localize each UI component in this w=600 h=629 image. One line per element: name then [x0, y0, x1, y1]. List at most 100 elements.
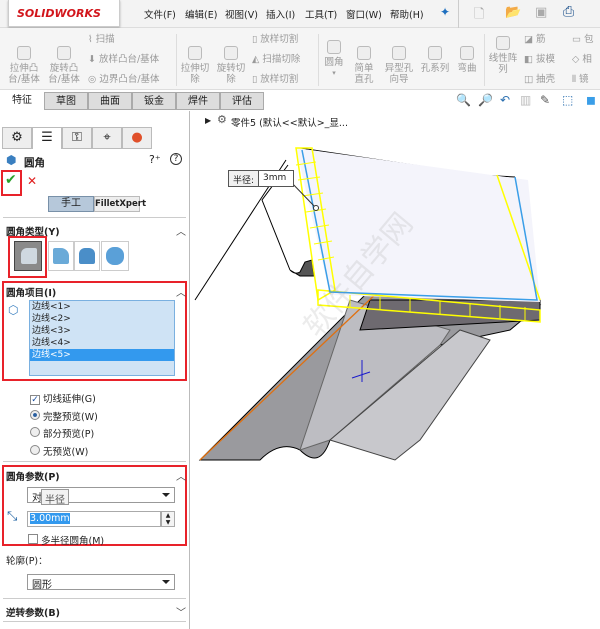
- tab-sketch[interactable]: 草图: [44, 92, 88, 110]
- radius-input[interactable]: 3.00mm: [27, 511, 161, 527]
- fillet-button[interactable]: 圆角 ▾: [322, 40, 346, 79]
- tab-evaluate[interactable]: 评估: [220, 92, 264, 110]
- extrude-boss-button[interactable]: 拉伸凸台/基体: [6, 46, 42, 85]
- variable-size-fillet-button[interactable]: [48, 241, 74, 271]
- list-item[interactable]: 边线<4>: [30, 337, 174, 349]
- multi-radius-checkbox[interactable]: 多半径圆角(M): [28, 533, 104, 547]
- dropdown-arrow-icon: [162, 580, 170, 584]
- list-item-selected[interactable]: 边线<5>: [30, 349, 174, 361]
- open-file-icon[interactable]: 📂: [505, 5, 521, 20]
- dynamic-annotation-icon[interactable]: ✎: [540, 93, 550, 107]
- property-manager-tab[interactable]: ☰: [32, 127, 62, 149]
- zoom-area-icon[interactable]: 🔎: [478, 93, 493, 107]
- menu-file[interactable]: 文件(F): [144, 7, 176, 21]
- rib-button[interactable]: ◪ 筋: [524, 34, 546, 45]
- whats-wrong-help-icon[interactable]: ?⁺: [149, 153, 161, 166]
- revolve-boss-button[interactable]: 旋转凸台/基体: [46, 46, 82, 85]
- label: 完整预览(W): [43, 412, 98, 423]
- full-round-fillet-button[interactable]: [101, 241, 129, 271]
- tab-sheet-metal[interactable]: 钣金: [132, 92, 176, 110]
- panel-title: 圆角: [24, 157, 45, 169]
- menu-tools[interactable]: 工具(T): [305, 7, 337, 21]
- full-preview-radio[interactable]: 完整预览(W): [30, 409, 98, 423]
- collapse-chevron-icon[interactable]: ︿: [176, 223, 186, 238]
- no-preview-radio[interactable]: 无预览(W): [30, 444, 88, 458]
- loft-boss-button[interactable]: ⬇ 放样凸台/基体: [88, 54, 159, 65]
- boundary-cut-button[interactable]: ▯ 放样切割: [252, 74, 298, 85]
- display-manager-tab[interactable]: ●: [122, 127, 152, 149]
- tangent-propagation-checkbox[interactable]: ✓ 切线延伸(G): [30, 391, 96, 405]
- hole-series-button[interactable]: 孔系列: [418, 46, 452, 74]
- menu-window[interactable]: 窗口(W): [346, 7, 382, 21]
- print-icon[interactable]: ⎙: [563, 4, 574, 20]
- shell-button[interactable]: ◫ 抽壳: [524, 74, 555, 85]
- collapse-chevron-icon[interactable]: ︿: [176, 468, 186, 483]
- radio[interactable]: [30, 427, 40, 437]
- linear-pattern-button[interactable]: 线性阵列: [488, 36, 518, 75]
- sweep-cut-button[interactable]: ◭ 扫描切除: [252, 54, 300, 65]
- section-view-icon[interactable]: ▥: [520, 93, 531, 107]
- zoom-to-fit-icon[interactable]: 🔍: [456, 93, 471, 107]
- save-icon[interactable]: ▣: [535, 5, 547, 20]
- loft-cut-button[interactable]: ▯ 放样切割: [252, 34, 298, 45]
- list-item[interactable]: 边线<1>: [30, 301, 174, 313]
- list-item[interactable]: 边线<2>: [30, 313, 174, 325]
- extrude-cut-button[interactable]: 拉伸切除: [180, 46, 210, 85]
- tab-features[interactable]: 特征: [0, 92, 44, 110]
- draft-button[interactable]: ◧ 拔模: [524, 54, 555, 65]
- pin-icon[interactable]: ✦: [440, 5, 450, 19]
- radius-spinner[interactable]: ▲ ▼: [161, 511, 175, 527]
- partial-preview-radio[interactable]: 部分预览(P): [30, 426, 94, 440]
- chevron-down-icon[interactable]: ▾: [322, 68, 346, 79]
- flex-button[interactable]: 弯曲: [454, 46, 480, 74]
- constant-size-fillet-button[interactable]: [14, 241, 42, 271]
- list-item[interactable]: 边线<3>: [30, 325, 174, 337]
- setback-parameters-header[interactable]: 逆转参数(B): [6, 605, 60, 619]
- fillet-parameters-header: 圆角参数(P): [6, 472, 60, 483]
- collapse-chevron-icon[interactable]: ︿: [176, 284, 186, 299]
- tab-weldments[interactable]: 焊件: [176, 92, 220, 110]
- intersect-button[interactable]: ◇ 相: [572, 54, 592, 65]
- wrap-button[interactable]: ▭ 包: [572, 34, 594, 45]
- expand-chevron-icon[interactable]: ﹀: [176, 604, 186, 619]
- menu-view[interactable]: 视图(V): [225, 7, 258, 21]
- checkbox-checked[interactable]: ✓: [30, 395, 40, 405]
- label: 多半径圆角(M): [41, 536, 105, 547]
- boundary-boss-button[interactable]: ◎ 边界凸台/基体: [88, 74, 160, 85]
- cancel-x-icon[interactable]: ✕: [27, 174, 37, 188]
- simple-hole-button[interactable]: 简单直孔: [350, 46, 378, 85]
- hole-wizard-button[interactable]: 异型孔向导: [384, 46, 414, 85]
- label: 简单直孔: [354, 63, 374, 85]
- variable-fillet-icon: [53, 248, 69, 264]
- radio-selected[interactable]: [30, 410, 40, 420]
- profile-dropdown[interactable]: 圆形: [27, 574, 175, 591]
- feature-manager-tab[interactable]: ⚙: [2, 127, 32, 149]
- help-icon[interactable]: ?: [170, 153, 182, 165]
- menu-help[interactable]: 帮助(H): [390, 7, 424, 21]
- manual-tab[interactable]: 手工: [48, 196, 94, 212]
- menu-insert[interactable]: 插入(I): [266, 7, 295, 21]
- sweep-button[interactable]: ⌇ 扫描: [88, 34, 115, 45]
- solidworks-logo[interactable]: SOLIDWORKS: [8, 0, 120, 27]
- configuration-manager-tab[interactable]: ⚿: [62, 127, 92, 149]
- callout-value[interactable]: 3mm: [259, 171, 293, 186]
- view-orientation-icon[interactable]: ⬚: [562, 93, 573, 107]
- checkbox[interactable]: [28, 534, 38, 544]
- revolve-cut-button[interactable]: 旋转切除: [216, 46, 246, 85]
- mirror-button[interactable]: ⫴ 镜: [572, 74, 589, 85]
- menu-edit[interactable]: 编辑(E): [185, 7, 217, 21]
- dimxpert-tab[interactable]: ⌖: [92, 127, 122, 149]
- ok-checkmark-icon[interactable]: ✔: [5, 172, 17, 188]
- new-file-icon[interactable]: 🗋: [474, 5, 484, 27]
- hole-wizard-icon: [392, 46, 406, 60]
- fillet-xpert-tab[interactable]: FilletXpert: [94, 196, 146, 212]
- tab-surfaces[interactable]: 曲面: [88, 92, 132, 110]
- previous-view-icon[interactable]: ↶: [500, 93, 510, 107]
- edges-list[interactable]: 边线<1> 边线<2> 边线<3> 边线<4> 边线<5>: [29, 300, 175, 376]
- radio[interactable]: [30, 445, 40, 455]
- face-fillet-button[interactable]: [74, 241, 100, 271]
- logo-text: SOLIDWORKS: [17, 7, 101, 20]
- display-style-icon[interactable]: ◼: [586, 93, 596, 107]
- graphics-area[interactable]: ▶ ⚙ 零件5 (默认<<默认>_显... 半径: 3mm 软件自学网: [191, 111, 600, 629]
- radius-callout[interactable]: 半径: 3mm: [228, 170, 295, 187]
